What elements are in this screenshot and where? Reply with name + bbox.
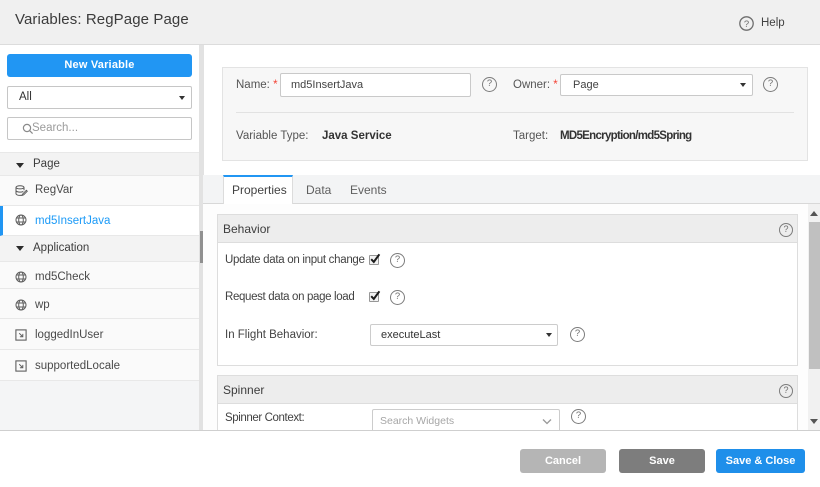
svg-text:?: ?	[744, 19, 749, 30]
